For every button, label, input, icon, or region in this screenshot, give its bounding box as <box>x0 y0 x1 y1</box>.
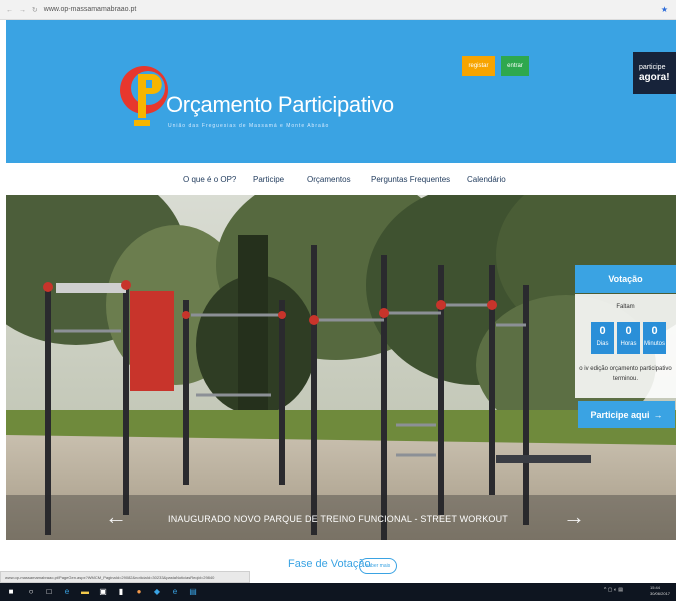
taskbar-date: 30/06/2017 <box>650 591 671 596</box>
countdown-minutos-unit: Minutos <box>643 341 665 347</box>
nav-item-perguntas-frequentes[interactable]: Perguntas Frequentes <box>371 175 450 184</box>
faltam-label: Faltam <box>616 304 635 310</box>
registar-button[interactable]: registar <box>462 56 495 76</box>
countdown-horas-value: 0 <box>625 325 632 337</box>
nav-item-calendario[interactable]: Calendário <box>467 175 506 184</box>
countdown-dias-unit: Dias <box>596 341 609 347</box>
brand-title[interactable]: Orçamento Participativo <box>166 92 394 118</box>
countdown-dias-value: 0 <box>599 325 606 337</box>
participe-agora-line2: agora! <box>639 71 670 83</box>
brand-subtitle: União das Freguesias de Massamá e Monte … <box>168 123 330 129</box>
browser-url[interactable]: www.op-massamamabraao.pt <box>44 6 137 13</box>
participe-agora-line1: participe <box>639 63 666 71</box>
browser-address-bar: ← → ↻ www.op-massamamabraao.pt ★ <box>0 0 676 20</box>
saber-mais-button[interactable]: saber mais <box>359 558 397 574</box>
browser-nav-icons[interactable]: ← → ↻ <box>6 6 40 14</box>
app3-icon[interactable]: ▤ <box>188 587 198 597</box>
nav-item-orcamentos[interactable]: Orçamentos <box>307 175 351 184</box>
slider-next-arrow-icon[interactable]: → <box>563 506 585 528</box>
countdown-dias: 0 Dias <box>591 322 614 354</box>
votacao-panel: Faltam 0 Dias 0 Horas 0 Minutos o iv edi… <box>575 294 676 398</box>
slider-prev-arrow-icon[interactable]: ← <box>105 506 127 528</box>
taskbar-time: 15:44 <box>650 585 661 590</box>
countdown-minutos-value: 0 <box>651 325 658 337</box>
votacao-header: Votação <box>575 265 676 293</box>
countdown-horas-unit: Horas <box>620 341 637 347</box>
file-explorer-icon[interactable]: ▬ <box>80 587 90 597</box>
search-icon[interactable]: ○ <box>26 587 36 597</box>
taskbar-clock[interactable]: 15:44 30/06/2017 <box>650 585 670 597</box>
bookmark-star-icon[interactable]: ★ <box>661 5 668 14</box>
arrow-right-icon: → <box>653 409 663 420</box>
system-tray-icons[interactable]: ^ ▢ ◐ ▤ <box>604 587 623 593</box>
app-icon[interactable]: ▮ <box>116 587 126 597</box>
app2-icon[interactable]: ◆ <box>152 587 162 597</box>
nav-item-participe[interactable]: Participe <box>253 175 284 184</box>
countdown-minutos: 0 Minutos <box>643 322 666 354</box>
countdown-horas: 0 Horas <box>617 322 640 354</box>
ie-browser-icon[interactable]: e <box>170 587 180 597</box>
browser-status-bar: www.op-massamamabraao.pt/PageGen.aspx?WM… <box>0 571 250 583</box>
participe-agora-banner[interactable]: participe agora! <box>633 52 676 94</box>
entrar-button[interactable]: entrar <box>501 56 529 76</box>
edition-ended-text: o iv edição orçamento participativo term… <box>579 366 672 382</box>
page: ← → ↻ www.op-massamamabraao.pt ★ Orçamen… <box>0 0 676 601</box>
windows-taskbar: ■ ○ □ e ▬ ▣ ▮ ● ◆ e ▤ ^ ▢ ◐ ▤ 15:44 30/0… <box>0 583 676 601</box>
chrome-icon[interactable]: ● <box>134 587 144 597</box>
store-icon[interactable]: ▣ <box>98 587 108 597</box>
main-nav: O que é o OP? Participe Orçamentos Pergu… <box>0 163 676 195</box>
site-header: Orçamento Participativo União das Fregue… <box>6 20 676 163</box>
participe-aqui-label: Participe aqui <box>590 409 650 420</box>
edge-browser-icon[interactable]: e <box>62 587 72 597</box>
task-view-icon[interactable]: □ <box>44 587 54 597</box>
windows-start-icon[interactable]: ■ <box>6 587 16 597</box>
participe-aqui-button[interactable]: Participe aqui → <box>578 401 675 428</box>
nav-item-o-que-e[interactable]: O que é o OP? <box>183 175 236 184</box>
